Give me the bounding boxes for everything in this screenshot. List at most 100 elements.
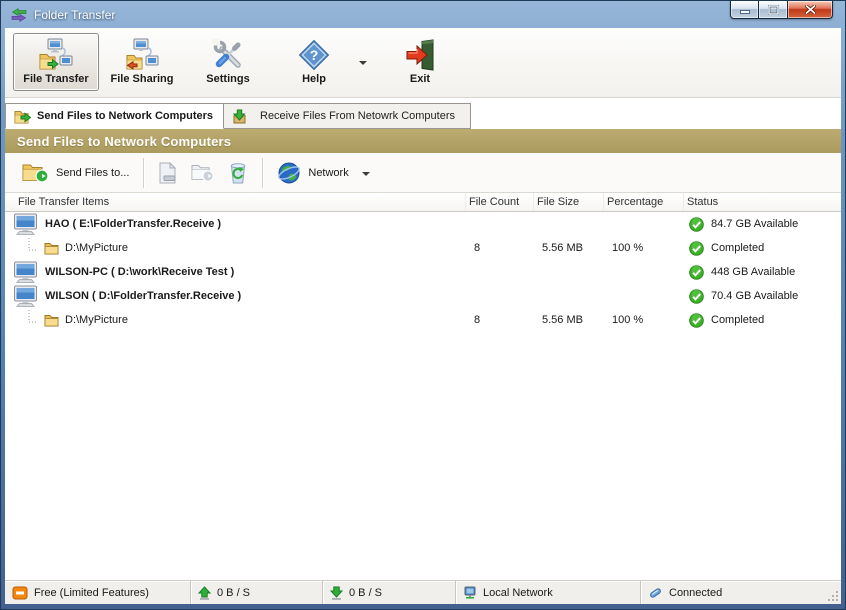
connected-link-icon xyxy=(648,586,663,600)
license-text: Free (Limited Features) xyxy=(34,586,149,599)
computer-icon xyxy=(13,285,39,308)
computer-icon xyxy=(13,213,39,236)
file-sharing-button[interactable]: File Sharing xyxy=(99,33,185,91)
tab-receive-label: Receive Files From Netowrk Computers xyxy=(260,110,455,122)
svg-text:?: ? xyxy=(310,47,319,63)
license-icon xyxy=(12,586,28,600)
file-transfer-label: File Transfer xyxy=(23,73,89,85)
resize-grip[interactable] xyxy=(827,590,839,602)
title-bar: Folder Transfer xyxy=(5,1,841,28)
file-count-value: 8 xyxy=(474,242,481,254)
remove-folder-icon xyxy=(191,163,215,182)
tree-branch-icon xyxy=(26,310,38,330)
network-label: Network xyxy=(308,166,349,179)
main-toolbar: File Transfer File Sharing Settings ? He… xyxy=(5,28,841,98)
table-header: File Transfer Items File Count File Size… xyxy=(5,193,841,212)
file-transfer-button[interactable]: File Transfer xyxy=(13,32,99,91)
tab-receive-files[interactable]: Receive Files From Netowrk Computers xyxy=(224,103,471,129)
computer-icon xyxy=(13,261,39,284)
file-sharing-icon xyxy=(125,38,159,71)
file-count-value: 8 xyxy=(474,314,481,326)
window-controls xyxy=(730,1,833,19)
help-dropdown-caret-icon[interactable] xyxy=(359,60,367,69)
settings-icon xyxy=(212,38,244,71)
folder-icon xyxy=(44,241,59,255)
file-sharing-label: File Sharing xyxy=(110,73,174,85)
tab-send-files[interactable]: Send Files to Network Computers xyxy=(5,103,224,129)
download-speed-text: 0 B / S xyxy=(349,586,383,599)
column-file-transfer-items[interactable]: File Transfer Items xyxy=(5,193,466,211)
check-icon xyxy=(689,216,704,232)
computer-name: WILSON-PC ( D:\work\Receive Test ) xyxy=(45,266,235,278)
transfer-list: HAO ( E:\FolderTransfer.Receive ) 84.7 G… xyxy=(5,212,841,580)
table-row-computer[interactable]: WILSON-PC ( D:\work\Receive Test ) 448 G… xyxy=(5,260,841,284)
license-panel: Free (Limited Features) xyxy=(5,581,191,604)
status-text: 84.7 GB Available xyxy=(711,218,799,230)
app-window: Folder Transfer File Transfer File Shari… xyxy=(0,0,846,610)
network-globe-icon xyxy=(277,161,301,185)
section-header: Send Files to Network Computers xyxy=(5,129,841,153)
download-arrow-icon xyxy=(330,586,343,600)
local-network-icon xyxy=(463,586,477,600)
status-text: 448 GB Available xyxy=(711,266,796,278)
connection-panel: Connected xyxy=(641,581,841,604)
file-size-value: 5.56 MB xyxy=(542,314,583,326)
column-file-size[interactable]: File Size xyxy=(534,193,604,211)
remove-file-button[interactable] xyxy=(151,159,184,187)
status-text: 70.4 GB Available xyxy=(711,290,799,302)
send-files-to-label: Send Files to... xyxy=(56,166,130,179)
tree-branch-icon xyxy=(26,238,38,258)
app-icon xyxy=(11,7,27,22)
client-area: File Transfer File Sharing Settings ? He… xyxy=(5,28,841,604)
status-text: Completed xyxy=(711,314,765,326)
network-caret-icon xyxy=(361,171,370,180)
computer-name: WILSON ( D:\FolderTransfer.Receive ) xyxy=(45,290,242,302)
column-status[interactable]: Status xyxy=(684,193,841,211)
table-row-folder[interactable]: D:\MyPicture 8 5.56 MB 100 % Completed xyxy=(5,308,841,332)
send-folder-icon xyxy=(14,109,31,124)
section-title: Send Files to Network Computers xyxy=(17,133,232,149)
toolbar-separator xyxy=(143,157,145,188)
download-speed-panel: 0 B / S xyxy=(323,581,456,604)
column-percentage[interactable]: Percentage xyxy=(604,193,684,211)
network-dropdown-button[interactable]: Network xyxy=(270,158,376,188)
tab-send-label: Send Files to Network Computers xyxy=(37,110,214,122)
close-button[interactable] xyxy=(788,1,833,19)
file-transfer-icon xyxy=(39,38,73,71)
maximize-button[interactable] xyxy=(759,1,788,19)
percentage-value: 100 % xyxy=(612,314,644,326)
percentage-value: 100 % xyxy=(612,242,644,254)
check-icon xyxy=(689,240,704,256)
remove-folder-button[interactable] xyxy=(184,160,221,185)
send-files-folder-icon xyxy=(22,162,49,183)
settings-button[interactable]: Settings xyxy=(185,33,271,91)
recycle-refresh-icon xyxy=(228,161,248,184)
clear-list-button[interactable] xyxy=(221,158,255,187)
settings-label: Settings xyxy=(206,72,250,85)
table-row-computer[interactable]: HAO ( E:\FolderTransfer.Receive ) 84.7 G… xyxy=(5,212,841,236)
folder-path: D:\MyPicture xyxy=(65,242,128,254)
window-title: Folder Transfer xyxy=(34,7,116,22)
check-icon xyxy=(689,288,704,304)
upload-speed-panel: 0 B / S xyxy=(191,581,323,604)
network-panel: Local Network xyxy=(456,581,641,604)
computer-name: HAO ( E:\FolderTransfer.Receive ) xyxy=(45,218,222,230)
actions-toolbar: Send Files to... Network xyxy=(5,153,841,193)
folder-path: D:\MyPicture xyxy=(65,314,128,326)
check-icon xyxy=(689,264,704,280)
status-bar: Free (Limited Features) 0 B / S 0 B / S xyxy=(5,580,841,604)
connection-text: Connected xyxy=(669,586,723,599)
table-row-folder[interactable]: D:\MyPicture 8 5.56 MB 100 % Completed xyxy=(5,236,841,260)
check-icon xyxy=(689,312,704,328)
exit-icon xyxy=(405,38,435,71)
help-button[interactable]: ? Help xyxy=(271,33,357,91)
minimize-button[interactable] xyxy=(730,1,759,19)
table-row-computer[interactable]: WILSON ( D:\FolderTransfer.Receive ) 70.… xyxy=(5,284,841,308)
send-files-to-button[interactable]: Send Files to... xyxy=(15,159,136,186)
exit-button[interactable]: Exit xyxy=(377,33,463,91)
toolbar-separator xyxy=(262,157,264,188)
status-text: Completed xyxy=(711,242,765,254)
upload-arrow-icon xyxy=(198,585,211,600)
help-icon: ? xyxy=(298,39,330,71)
column-file-count[interactable]: File Count xyxy=(466,193,534,211)
